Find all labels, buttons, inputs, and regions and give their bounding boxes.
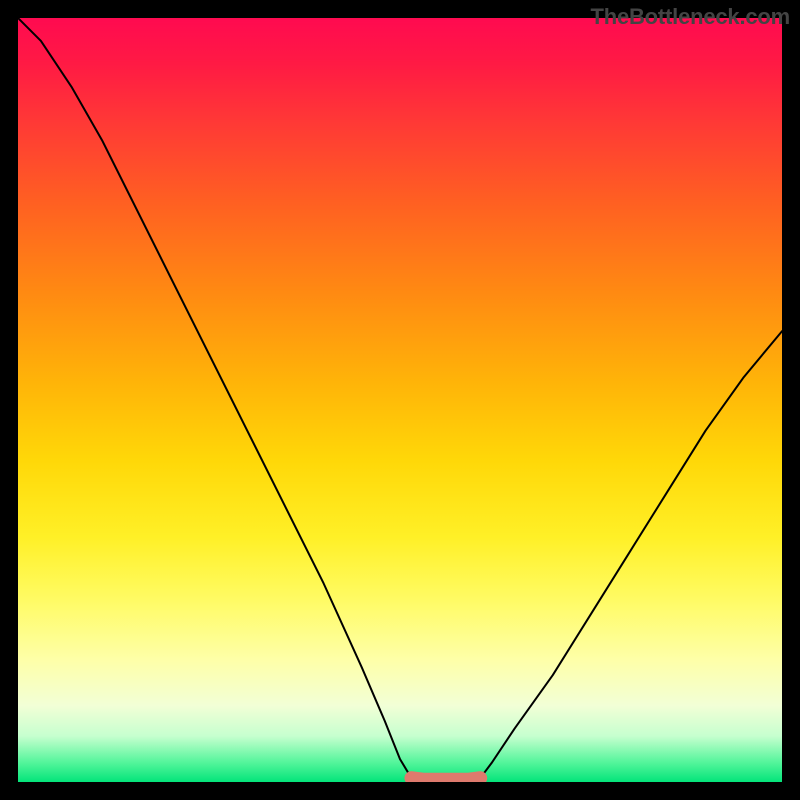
curve-left	[18, 18, 411, 778]
watermark-text: TheBottleneck.com	[590, 4, 790, 30]
plot-area	[18, 18, 782, 782]
plot-lines	[18, 18, 782, 782]
chart-frame: TheBottleneck.com	[0, 0, 800, 800]
curve-right	[480, 331, 782, 778]
flat-band	[411, 778, 480, 780]
